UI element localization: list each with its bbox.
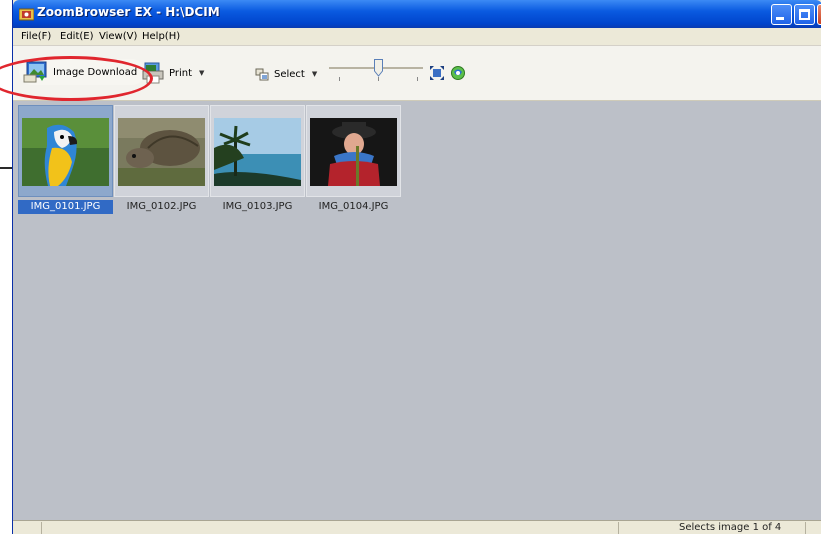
printer-icon (142, 62, 164, 84)
slider-tick (339, 77, 340, 81)
toolbar: Image Download Print ▼ Select ▼ (13, 46, 821, 101)
close-button[interactable] (817, 4, 821, 25)
app-icon (19, 8, 34, 21)
print-button[interactable]: Print ▼ (141, 59, 204, 87)
app-window: ZoomBrowser EX - H:\DCIM File(F) Edit(E)… (12, 0, 821, 534)
menu-help[interactable]: Help(H) (142, 31, 180, 42)
thumbnail-image-child (310, 118, 397, 186)
menu-file[interactable]: File(F) (21, 31, 51, 42)
thumbnail-filename: IMG_0103.JPG (222, 201, 293, 212)
minimize-button[interactable] (771, 4, 792, 25)
select-button[interactable]: Select ▼ (255, 66, 317, 82)
print-dropdown-arrow-icon[interactable]: ▼ (199, 69, 204, 77)
maximize-button[interactable] (794, 4, 815, 25)
status-separator (41, 522, 42, 534)
select-dropdown-arrow-icon[interactable]: ▼ (312, 70, 317, 78)
slideshow-icon[interactable] (450, 65, 466, 81)
image-download-label: Image Download (53, 66, 138, 78)
slider-tick (378, 77, 379, 81)
image-download-icon (23, 61, 47, 83)
menu-view[interactable]: View(V) (99, 31, 137, 42)
select-icon (255, 68, 269, 80)
maximize-icon (799, 9, 810, 20)
slider-thumb[interactable] (374, 59, 383, 77)
thumbnail-item[interactable]: IMG_0102.JPG (114, 105, 209, 216)
thumbnail-image-tortoise (118, 118, 205, 186)
window-title: ZoomBrowser EX - H:\DCIM (37, 5, 220, 19)
thumbnail-item[interactable]: IMG_0103.JPG (210, 105, 305, 216)
image-download-button[interactable]: Image Download (19, 59, 146, 85)
status-text: Selects image 1 of 4 (679, 522, 782, 533)
thumbnail-filename: IMG_0102.JPG (126, 201, 197, 212)
status-bar: Selects image 1 of 4 (13, 520, 821, 534)
thumbnail-size-slider[interactable] (329, 59, 423, 87)
minimize-icon (776, 17, 784, 20)
select-label: Select (274, 68, 305, 80)
thumbnail-pane[interactable]: IMG_0101.JPG IMG_0102.JPG IMG_0103.JPG I… (13, 101, 821, 520)
title-bar[interactable]: ZoomBrowser EX - H:\DCIM (13, 0, 821, 28)
menu-edit[interactable]: Edit(E) (60, 31, 94, 42)
status-separator (805, 522, 806, 534)
slider-tick (417, 77, 418, 81)
menu-bar: File(F) Edit(E) View(V) Help(H) (13, 28, 821, 46)
print-label: Print (169, 67, 193, 79)
thumbnail-item[interactable]: IMG_0104.JPG (306, 105, 401, 216)
thumbnail-item[interactable]: IMG_0101.JPG (18, 105, 113, 216)
fit-to-window-icon[interactable] (430, 66, 444, 80)
thumbnail-filename: IMG_0101.JPG (18, 200, 113, 214)
thumbnail-image-parrot (22, 118, 109, 186)
status-separator (618, 522, 619, 534)
thumbnail-filename: IMG_0104.JPG (318, 201, 389, 212)
thumbnail-image-beach (214, 118, 301, 186)
